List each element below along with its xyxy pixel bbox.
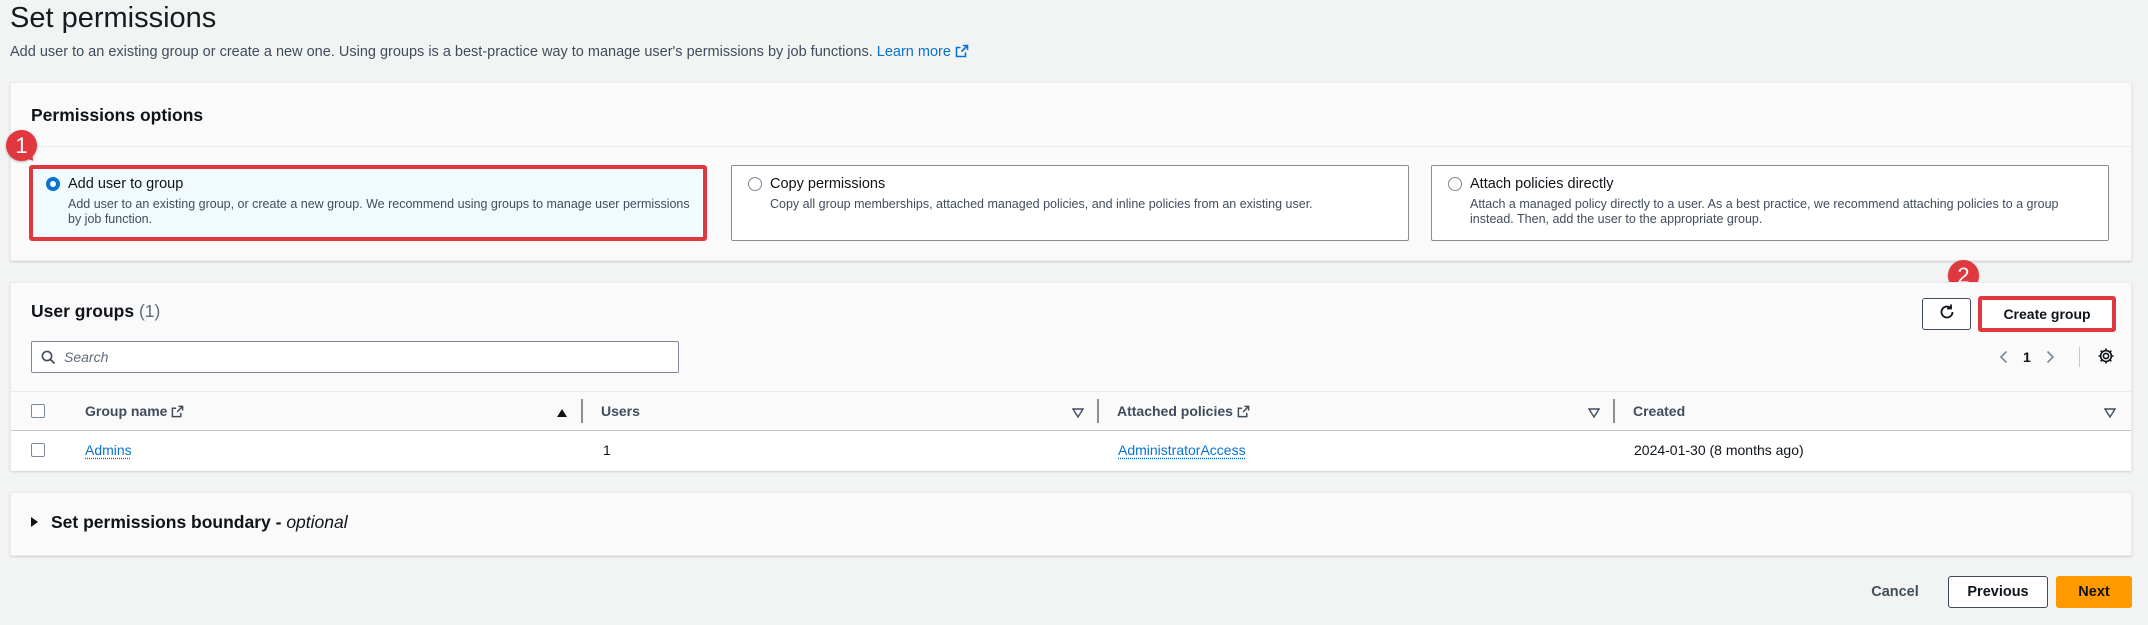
refresh-icon bbox=[1938, 303, 1956, 326]
option-add-user-to-group[interactable]: Add user to group Add user to an existin… bbox=[29, 165, 707, 241]
boundary-title: Set permissions boundary - bbox=[51, 512, 287, 532]
cell-attached-policies: AdministratorAccess bbox=[1118, 442, 1246, 458]
user-groups-count: (1) bbox=[138, 301, 161, 321]
row-checkbox[interactable] bbox=[31, 443, 45, 457]
user-groups-title: User groups bbox=[31, 301, 135, 321]
gear-icon[interactable] bbox=[2097, 347, 2115, 370]
create-group-button[interactable]: Create group bbox=[1978, 296, 2116, 332]
sort-icon[interactable] bbox=[2103, 405, 2117, 423]
search-icon bbox=[41, 350, 56, 370]
select-all-checkbox[interactable] bbox=[31, 404, 45, 418]
external-link-icon bbox=[171, 405, 184, 421]
column-divider[interactable] bbox=[581, 399, 583, 423]
option-attach-policies-directly[interactable]: Attach policies directly Attach a manage… bbox=[1431, 165, 2109, 241]
search-input[interactable] bbox=[64, 342, 664, 372]
option-title: Copy permissions bbox=[770, 176, 886, 192]
option-description: Copy all group memberships, attached man… bbox=[770, 197, 1313, 211]
sort-ascending-icon[interactable] bbox=[556, 405, 568, 423]
permissions-boundary-heading[interactable]: Set permissions boundary - optional bbox=[51, 512, 348, 533]
divider bbox=[2079, 347, 2080, 367]
radio-icon[interactable] bbox=[1448, 177, 1462, 191]
chevron-right-icon[interactable] bbox=[2045, 350, 2055, 364]
pagination: 1 bbox=[1999, 345, 2055, 369]
boundary-optional: optional bbox=[286, 512, 348, 532]
search-field[interactable] bbox=[31, 341, 679, 373]
option-title: Add user to group bbox=[68, 176, 184, 192]
sort-icon[interactable] bbox=[1587, 405, 1601, 423]
column-divider[interactable] bbox=[1613, 399, 1615, 423]
policy-link[interactable]: AdministratorAccess bbox=[1118, 442, 1246, 458]
table-header: Group name Users Attached policies Creat… bbox=[11, 391, 2131, 431]
column-header-attached-policies[interactable]: Attached policies bbox=[1117, 403, 1250, 421]
option-copy-permissions[interactable]: Copy permissions Copy all group membersh… bbox=[731, 165, 1409, 241]
cell-users: 1 bbox=[603, 442, 611, 458]
caret-right-icon[interactable] bbox=[31, 517, 38, 527]
external-link-icon bbox=[955, 44, 969, 62]
cell-group-name: Admins bbox=[85, 442, 132, 458]
user-groups-panel: User groups (1) Create group 1 Group nam… bbox=[10, 282, 2132, 471]
column-header-created[interactable]: Created bbox=[1633, 403, 1685, 419]
step-marker-1: 1 bbox=[6, 130, 37, 161]
option-description: Attach a managed policy directly to a us… bbox=[1470, 197, 2059, 226]
chevron-left-icon[interactable] bbox=[1999, 350, 2009, 364]
column-label: Group name bbox=[85, 403, 168, 419]
radio-icon[interactable] bbox=[748, 177, 762, 191]
column-header-users[interactable]: Users bbox=[601, 403, 640, 419]
user-groups-heading: User groups (1) bbox=[31, 301, 160, 322]
cancel-button[interactable]: Cancel bbox=[1852, 576, 1938, 608]
learn-more-label: Learn more bbox=[876, 44, 951, 60]
page-number[interactable]: 1 bbox=[2023, 349, 2031, 365]
group-link-admins[interactable]: Admins bbox=[85, 442, 132, 458]
page-description-text: Add user to an existing group or create … bbox=[10, 44, 873, 60]
learn-more-link[interactable]: Learn more bbox=[877, 44, 969, 60]
table-row: Admins 1 AdministratorAccess 2024-01-30 … bbox=[11, 431, 2131, 471]
previous-button[interactable]: Previous bbox=[1948, 576, 2048, 608]
column-header-group-name[interactable]: Group name bbox=[85, 403, 184, 421]
divider bbox=[11, 146, 2131, 147]
permissions-options-heading: Permissions options bbox=[31, 105, 204, 125]
column-label: Attached policies bbox=[1117, 403, 1233, 419]
column-divider[interactable] bbox=[1097, 399, 1099, 423]
page-title: Set permissions bbox=[10, 2, 217, 34]
page-description: Add user to an existing group or create … bbox=[10, 44, 969, 62]
permissions-options-panel: Permissions options Add user to group Ad… bbox=[10, 82, 2132, 261]
option-title: Attach policies directly bbox=[1470, 176, 1614, 192]
next-button[interactable]: Next bbox=[2056, 576, 2132, 608]
permissions-boundary-panel[interactable]: Set permissions boundary - optional bbox=[10, 492, 2132, 556]
refresh-button[interactable] bbox=[1922, 298, 1971, 330]
option-description: Add user to an existing group, or create… bbox=[68, 197, 690, 226]
external-link-icon bbox=[1237, 405, 1250, 421]
sort-icon[interactable] bbox=[1071, 405, 1085, 423]
cell-created: 2024-01-30 (8 months ago) bbox=[1634, 442, 1804, 458]
radio-selected-icon[interactable] bbox=[46, 177, 60, 191]
